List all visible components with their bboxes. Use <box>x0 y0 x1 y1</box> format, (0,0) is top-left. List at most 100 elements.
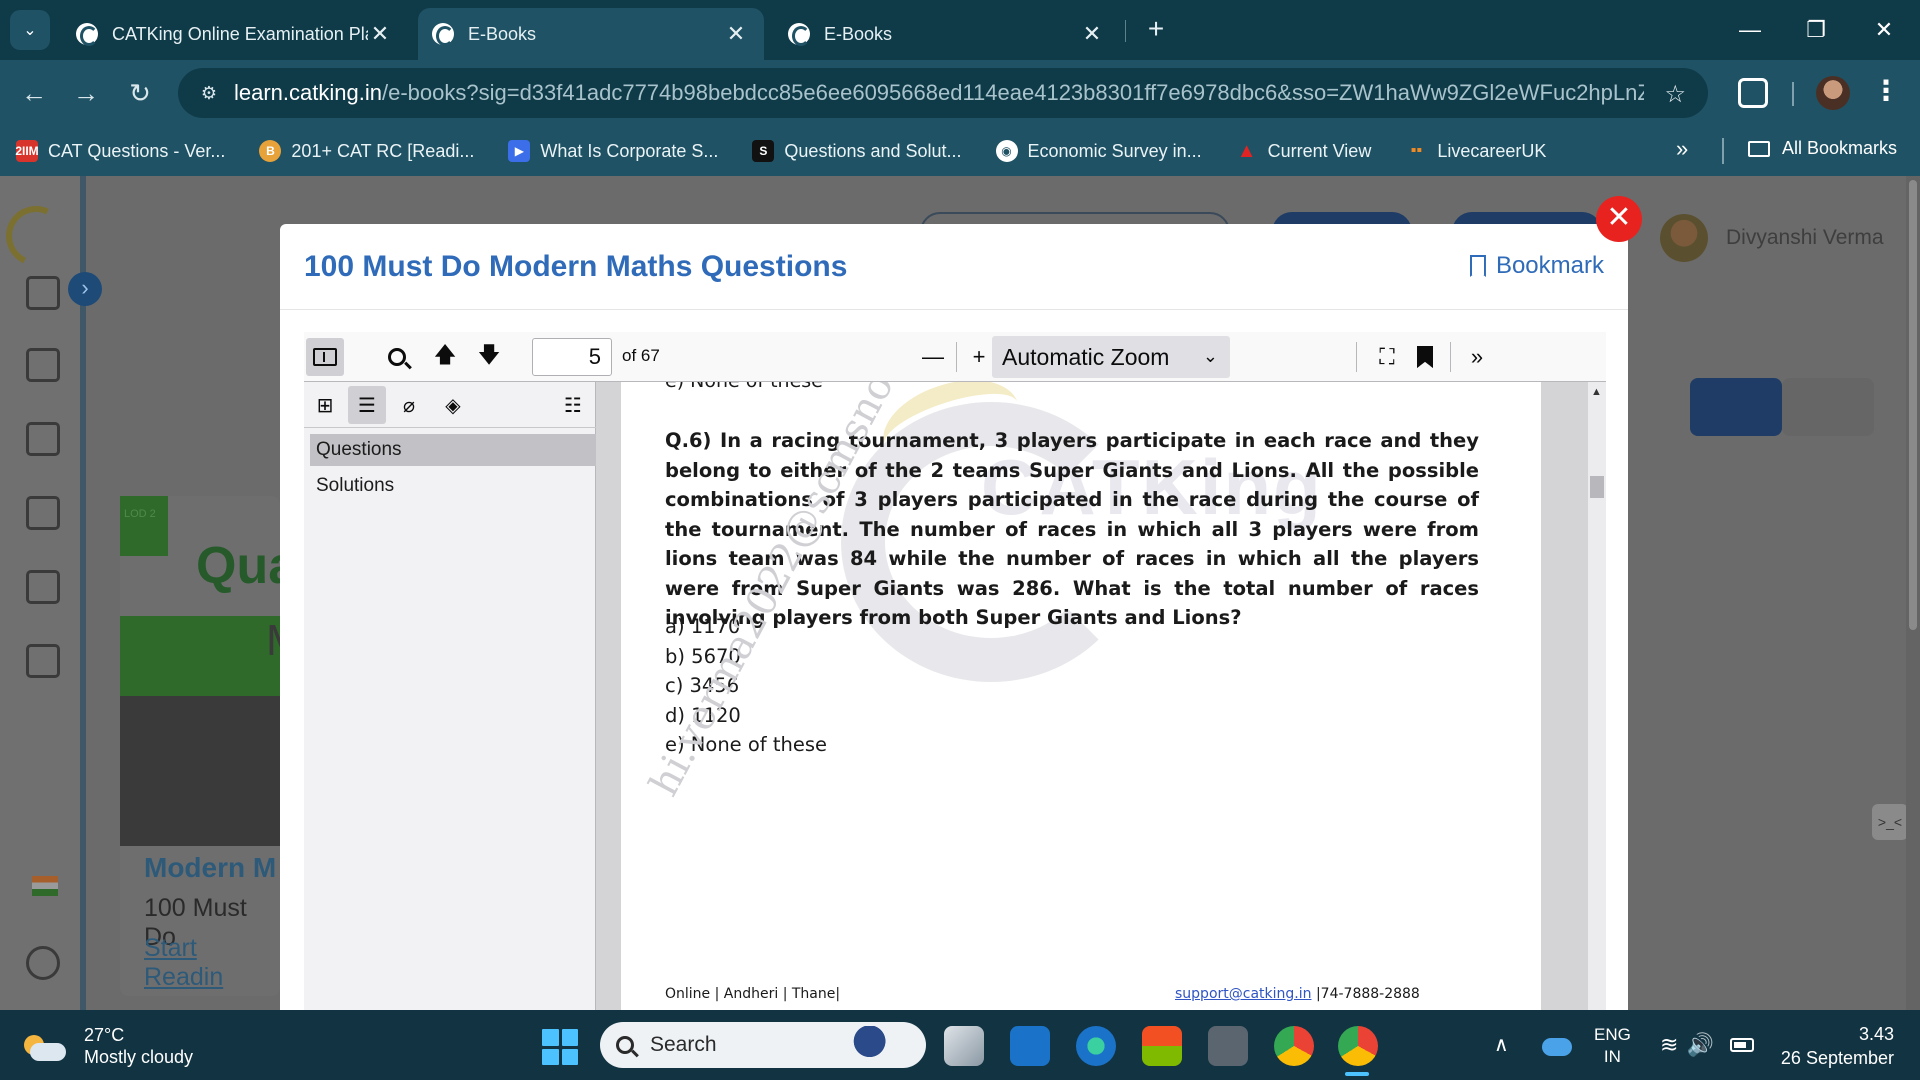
close-icon[interactable]: ✕ <box>1080 21 1104 47</box>
forward-button[interactable]: → <box>68 76 104 112</box>
pdf-scrollbar[interactable]: ▲ <box>1588 382 1606 1010</box>
bookmark-star-icon[interactable]: ☆ <box>1664 80 1686 109</box>
bookmark-icon <box>1469 255 1486 277</box>
zoom-select[interactable]: Automatic Zoom ⌄ <box>992 336 1230 378</box>
all-bookmarks-button[interactable]: All Bookmarks <box>1748 138 1897 159</box>
edge-icon[interactable] <box>1076 1026 1116 1066</box>
previous-option-text: e) None of these <box>665 382 1479 392</box>
monitor-icon[interactable] <box>26 570 60 604</box>
catking-favicon-icon <box>788 23 810 46</box>
language-indicator[interactable]: ENG IN <box>1594 1024 1631 1068</box>
code-chip-icon: >_< <box>1872 804 1908 840</box>
previous-page-button[interactable]: 🡅 <box>426 338 464 376</box>
cloud-badge-icon[interactable] <box>26 946 60 980</box>
current-outline-item-button[interactable]: ☷ <box>554 386 592 424</box>
tab-catking-exam[interactable]: CATKing Online Examination Pla ✕ <box>62 8 408 60</box>
outline-item-questions[interactable]: Questions <box>310 434 596 466</box>
calculator-icon[interactable] <box>1208 1026 1248 1066</box>
profile-avatar[interactable] <box>1816 76 1850 110</box>
restore-button[interactable]: ❐ <box>1788 12 1844 48</box>
page-scrollbar[interactable] <box>1906 176 1920 1010</box>
battery-icon[interactable] <box>1730 1038 1754 1052</box>
arrow-down-icon: 🡇 <box>477 342 501 367</box>
thumbnails-button[interactable]: ⊞ <box>306 386 344 424</box>
close-icon[interactable]: ✕ <box>368 21 392 47</box>
url-text[interactable]: learn.catking.in/e-books?sig=d33f41adc77… <box>234 80 1644 106</box>
system-tray-icons[interactable]: ≋🔊 <box>1660 1032 1722 1058</box>
columns-icon[interactable] <box>26 422 60 456</box>
india-flag-icon <box>32 876 58 896</box>
menu-kebab-icon[interactable]: ⋮ <box>1872 74 1900 107</box>
books-icon[interactable] <box>26 276 60 310</box>
close-icon[interactable]: ✕ <box>724 21 748 47</box>
page-scrollbar-thumb[interactable] <box>1909 180 1917 630</box>
close-icon: ✕ <box>1606 201 1632 234</box>
pdf-pages-area[interactable]: CATKing e) None of these Q.6) In a racin… <box>597 382 1606 1010</box>
bookmark-item[interactable]: S Questions and Solut... <box>752 140 962 162</box>
close-modal-button[interactable]: ✕ <box>1596 196 1642 242</box>
tools-button[interactable]: » <box>1458 338 1496 376</box>
bookmark-item[interactable]: B 201+ CAT RC [Readi... <box>259 140 474 162</box>
clock-time: 3.43 <box>1858 1024 1894 1044</box>
attachments-button[interactable]: ⌀ <box>390 386 428 424</box>
address-bar[interactable]: ⚙ learn.catking.in/e-books?sig=d33f41adc… <box>178 68 1708 118</box>
bookmark-item[interactable]: ◉ Economic Survey in... <box>995 140 1202 162</box>
calculator-icon[interactable] <box>26 496 60 530</box>
find-button[interactable] <box>378 338 416 376</box>
browser-toolbar: ← → ↻ ⚙ learn.catking.in/e-books?sig=d33… <box>0 60 1920 126</box>
ebook-icon[interactable] <box>26 644 60 678</box>
bookmark-item[interactable]: ▪▪ LivecareerUK <box>1405 140 1547 162</box>
scroll-up-icon[interactable]: ▲ <box>1591 386 1602 398</box>
tab-ebooks-active[interactable]: E-Books ✕ <box>418 8 764 60</box>
extensions-icon[interactable] <box>1738 78 1768 108</box>
site-settings-icon[interactable]: ⚙ <box>196 80 222 106</box>
fullscreen-view-button <box>1690 378 1782 436</box>
system-clock[interactable]: 3.43 26 September <box>1781 1022 1894 1070</box>
next-page-button[interactable]: 🡇 <box>470 338 508 376</box>
tab-bar: ⌄ CATKing Online Examination Pla ✕ E-Boo… <box>0 0 1920 60</box>
chrome-profile-icon[interactable] <box>1338 1026 1378 1066</box>
tab-title: E-Books <box>468 23 537 44</box>
option-b: b) 5670 <box>665 644 741 668</box>
list-icon[interactable] <box>26 348 60 382</box>
chrome-icon[interactable] <box>1274 1026 1314 1066</box>
bookmark-item[interactable]: ▲ Current View <box>1236 140 1372 162</box>
presentation-mode-button[interactable]: ⛶ <box>1368 338 1406 376</box>
outline-button[interactable]: ☰ <box>348 386 386 424</box>
weather-widget[interactable]: 27°C Mostly cloudy <box>24 1024 193 1068</box>
layers-icon: ◈ <box>445 394 461 417</box>
triangle-icon: ▲ <box>1236 139 1257 162</box>
current-view-bookmark-button[interactable] <box>1406 338 1444 376</box>
close-window-button[interactable]: ✕ <box>1856 12 1912 48</box>
tab-ebooks[interactable]: E-Books ✕ <box>774 8 1120 60</box>
bookmark-item[interactable]: 2IIM CAT Questions - Ver... <box>15 140 226 162</box>
expand-sidebar-button[interactable]: › <box>68 272 102 306</box>
outline-item-solutions[interactable]: Solutions <box>310 470 596 502</box>
tab-search-button[interactable]: ⌄ <box>10 10 50 50</box>
minimize-button[interactable]: — <box>1722 12 1778 48</box>
task-view-icon[interactable] <box>944 1026 984 1066</box>
outlook-icon[interactable] <box>1010 1026 1050 1066</box>
chevron-down-icon: ⌄ <box>1202 346 1218 366</box>
new-tab-button[interactable]: + <box>1138 12 1174 48</box>
store-icon[interactable] <box>1142 1026 1182 1066</box>
bookmark-item[interactable]: ▶ What Is Corporate S... <box>508 140 718 162</box>
page-number-input[interactable] <box>532 338 612 376</box>
ebook-card: LOD 2 Qua M Modern M 100 Must Do Start R… <box>120 496 303 996</box>
zoom-out-button[interactable]: — <box>914 338 952 376</box>
windows-taskbar: 27°C Mostly cloudy Search ∧ ENG IN ≋🔊 3.… <box>0 1010 1920 1080</box>
support-email-link[interactable]: support@catking.in <box>1175 986 1312 1002</box>
reload-button[interactable]: ↻ <box>122 76 158 112</box>
layers-button[interactable]: ◈ <box>434 386 472 424</box>
toggle-sidebar-button[interactable] <box>306 338 344 376</box>
taskbar-search[interactable]: Search <box>600 1022 926 1068</box>
search-label: Search <box>650 1033 717 1056</box>
bookmark-button[interactable]: Bookmark <box>1469 252 1604 280</box>
bookmark-label: CAT Questions - Ver... <box>48 140 226 161</box>
pdf-scrollbar-thumb[interactable] <box>1590 476 1604 498</box>
windows-start-icon[interactable] <box>542 1029 578 1065</box>
bookmarks-overflow-button[interactable]: » <box>1676 136 1688 162</box>
onedrive-icon[interactable] <box>1542 1038 1572 1056</box>
chevron-up-icon[interactable]: ∧ <box>1494 1032 1509 1057</box>
back-button[interactable]: ← <box>16 76 52 112</box>
